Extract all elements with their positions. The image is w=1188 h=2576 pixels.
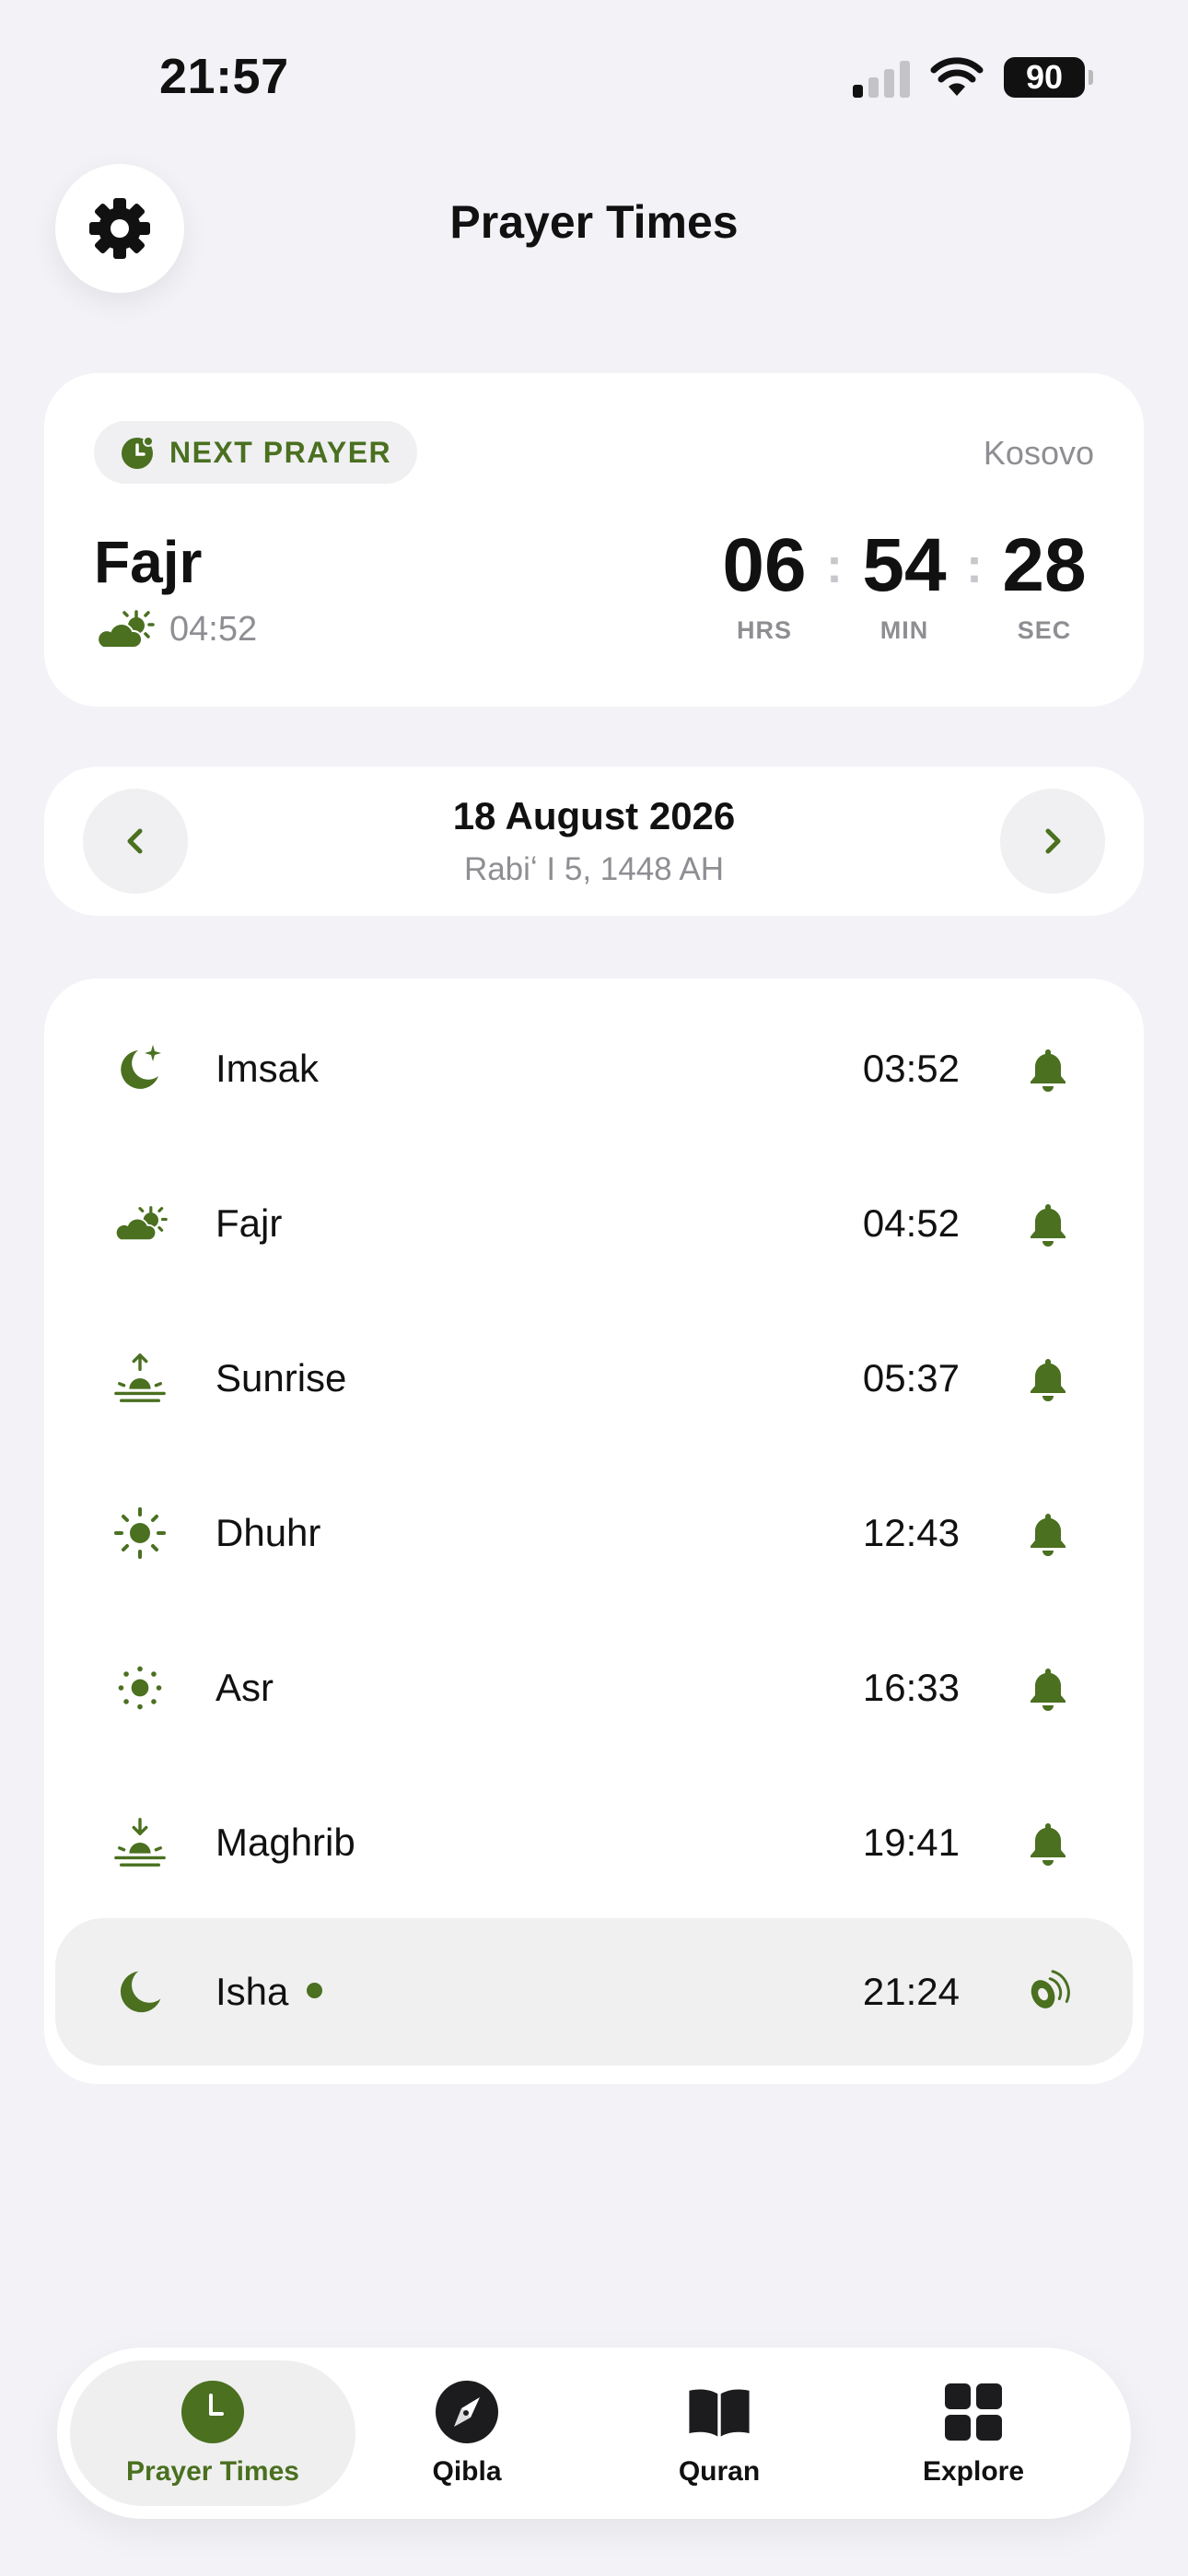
next-prayer-time: 04:52 xyxy=(169,609,258,649)
prayer-time: 12:43 xyxy=(862,1511,960,1554)
page-title: Prayer Times xyxy=(449,196,739,248)
hijri-date: Rabiʻ I 5, 1448 AH xyxy=(463,851,725,887)
prayer-row-dhuhr[interactable]: Dhuhr 12:43 xyxy=(55,1459,1133,1607)
bell-icon[interactable] xyxy=(1022,1507,1074,1559)
tab-quran[interactable]: Quran xyxy=(577,2360,862,2506)
prayer-times-list: Imsak 03:52 Fajr 04:52 Sunrise 05:37 Dhu… xyxy=(44,978,1144,2084)
book-icon xyxy=(686,2379,752,2445)
prayer-name: Imsak xyxy=(215,1047,320,1090)
next-prayer-time-row: 04:52 xyxy=(94,609,257,650)
sun-small-icon xyxy=(112,1660,168,1715)
tab-label: Qibla xyxy=(432,2456,502,2487)
compass-icon xyxy=(434,2379,500,2445)
countdown-seconds-value: 28 xyxy=(1002,523,1087,607)
bell-icon[interactable] xyxy=(1022,1352,1074,1404)
prayer-row-imsak[interactable]: Imsak 03:52 xyxy=(55,995,1133,1142)
prayer-row-maghrib[interactable]: Maghrib 19:41 xyxy=(55,1769,1133,1916)
gregorian-date: 18 August 2026 xyxy=(452,794,736,837)
countdown-minutes: 54 MIN xyxy=(855,528,954,645)
speaker-icon[interactable] xyxy=(1022,1966,1074,2018)
tab-explore[interactable]: Explore xyxy=(831,2360,1116,2506)
tab-bar: Prayer Times Qibla Quran Explore xyxy=(57,2348,1131,2519)
sun-icon xyxy=(112,1505,168,1561)
tab-prayer-times[interactable]: Prayer Times xyxy=(70,2360,355,2506)
tab-qibla[interactable]: Qibla xyxy=(324,2360,610,2506)
clock-icon xyxy=(180,2379,246,2445)
prayer-time: 04:52 xyxy=(862,1201,960,1245)
cellular-signal-icon xyxy=(853,57,910,98)
bell-icon[interactable] xyxy=(1022,1817,1074,1868)
countdown-seconds-label: SEC xyxy=(1017,616,1072,644)
countdown-timer: 06 HRS : 54 MIN : 28 SEC xyxy=(715,528,1094,645)
prayer-row-sunrise[interactable]: Sunrise 05:37 xyxy=(55,1305,1133,1452)
status-time: 21:57 xyxy=(159,49,289,104)
crescent-star-icon xyxy=(112,1041,168,1096)
prayer-row-fajr[interactable]: Fajr 04:52 xyxy=(55,1150,1133,1297)
prayer-name: Asr xyxy=(215,1666,274,1709)
current-prayer-indicator xyxy=(307,1983,323,1999)
status-icons: 90 xyxy=(853,57,1093,98)
bell-icon[interactable] xyxy=(1022,1043,1074,1095)
tab-label: Quran xyxy=(678,2456,761,2487)
prayer-time: 21:24 xyxy=(862,1970,960,2013)
prayer-name: Isha xyxy=(215,1966,323,2018)
prayer-row-asr[interactable]: Asr 16:33 xyxy=(55,1614,1133,1762)
next-prayer-name: Fajr xyxy=(94,529,203,595)
cloud-sun-icon xyxy=(97,610,155,649)
prayer-time: 16:33 xyxy=(862,1666,960,1709)
next-prayer-card: NEXT PRAYER Kosovo Fajr 04:52 06 HRS : 5… xyxy=(44,373,1144,707)
prayer-name: Maghrib xyxy=(215,1821,355,1864)
bell-icon[interactable] xyxy=(1022,1198,1074,1249)
clock-badge-icon xyxy=(122,436,154,469)
cloud-sun-icon xyxy=(112,1196,168,1251)
chevron-right-icon xyxy=(1045,828,1061,854)
date-selector: 18 August 2026 Rabiʻ I 5, 1448 AH xyxy=(44,767,1144,916)
battery-indicator: 90 xyxy=(1004,57,1093,98)
tab-label: Explore xyxy=(922,2456,1025,2487)
prayer-time: 19:41 xyxy=(862,1821,960,1864)
sunrise-icon xyxy=(112,1351,168,1406)
moon-icon xyxy=(112,1964,168,2020)
next-prayer-chip: NEXT PRAYER xyxy=(94,421,418,484)
prayer-name: Fajr xyxy=(215,1201,283,1245)
countdown-hours-value: 06 xyxy=(722,523,807,607)
prayer-name: Dhuhr xyxy=(215,1511,321,1554)
countdown-minutes-label: MIN xyxy=(879,616,929,644)
prayer-time: 03:52 xyxy=(862,1047,960,1090)
grid-icon xyxy=(940,2379,1007,2445)
next-day-button[interactable] xyxy=(1000,789,1105,894)
prayer-name: Sunrise xyxy=(215,1356,347,1399)
countdown-seconds: 28 SEC xyxy=(995,528,1094,645)
countdown-hours: 06 HRS xyxy=(715,528,814,645)
prayer-times-screen: 21:57 90 Prayer Times NEXT PRAYER Kosovo… xyxy=(0,0,1188,2576)
sunset-icon xyxy=(112,1815,168,1870)
next-prayer-chip-label: NEXT PRAYER xyxy=(169,435,392,469)
countdown-hours-label: HRS xyxy=(736,616,792,644)
countdown-minutes-value: 54 xyxy=(862,523,947,607)
countdown-separator: : xyxy=(966,538,983,593)
location-label: Kosovo xyxy=(983,434,1094,472)
countdown-separator: : xyxy=(826,538,843,593)
bell-icon[interactable] xyxy=(1022,1662,1074,1714)
tab-label: Prayer Times xyxy=(126,2456,299,2487)
prayer-name-text: Isha xyxy=(215,1970,289,2013)
wifi-icon xyxy=(930,57,984,96)
prayer-row-isha[interactable]: Isha 21:24 xyxy=(55,1918,1133,2066)
prayer-time: 05:37 xyxy=(862,1356,960,1399)
